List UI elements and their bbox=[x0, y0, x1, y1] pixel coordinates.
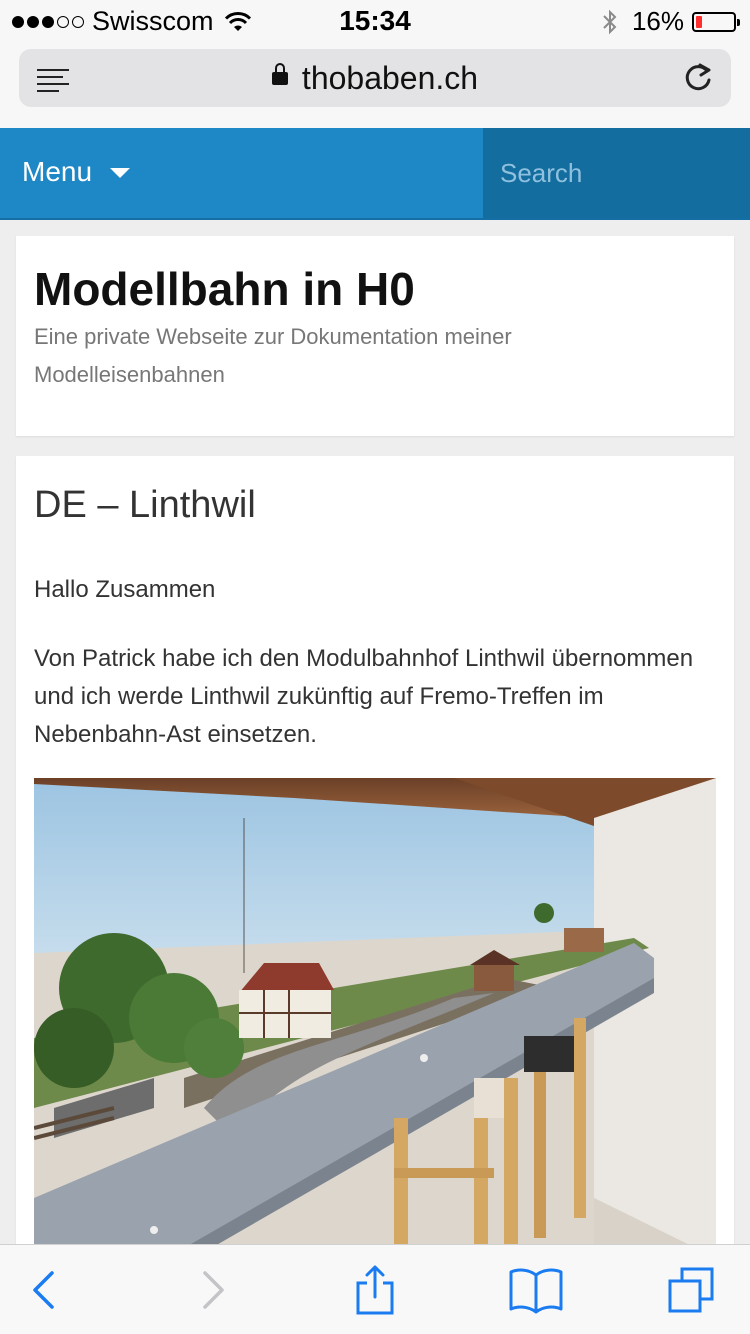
bookmarks-icon[interactable] bbox=[508, 1265, 564, 1315]
browser-chrome: thobaben.ch bbox=[0, 40, 750, 128]
menu-toggle[interactable]: Menu bbox=[22, 156, 131, 188]
post-article: DE – Linthwil Hallo Zusammen Von Patrick… bbox=[16, 456, 734, 1256]
site-header: Modellbahn in H0 Eine private Webseite z… bbox=[16, 236, 734, 436]
search-input[interactable] bbox=[483, 128, 750, 218]
post-greeting: Hallo Zusammen bbox=[34, 576, 216, 603]
battery-percent: 16% bbox=[631, 6, 684, 36]
back-icon[interactable] bbox=[20, 1265, 70, 1315]
site-description: Eine private Webseite zur Dokumentation … bbox=[34, 324, 512, 387]
share-icon[interactable] bbox=[350, 1265, 400, 1315]
caret-down-icon bbox=[110, 168, 131, 178]
status-bar: Swisscom 15:34 16% bbox=[0, 0, 750, 40]
layout-photo[interactable] bbox=[34, 778, 716, 1256]
post-title[interactable]: DE – Linthwil bbox=[34, 484, 256, 527]
lock-icon bbox=[271, 63, 288, 86]
browser-toolbar bbox=[0, 1244, 750, 1334]
forward-icon[interactable] bbox=[188, 1265, 238, 1315]
url-text: thobaben.ch bbox=[301, 60, 479, 96]
address-bar[interactable]: thobaben.ch bbox=[19, 49, 731, 107]
bluetooth-icon bbox=[603, 9, 617, 34]
tabs-icon[interactable] bbox=[666, 1265, 716, 1315]
menu-label: Menu bbox=[22, 156, 93, 187]
post-paragraph: Von Patrick habe ich den Modulbahnhof Li… bbox=[34, 645, 694, 748]
site-navigation: Menu bbox=[0, 128, 750, 220]
battery-icon bbox=[692, 11, 740, 32]
url-display[interactable]: thobaben.ch bbox=[19, 60, 731, 97]
site-title[interactable]: Modellbahn in H0 bbox=[34, 262, 415, 316]
model-railway-image bbox=[34, 778, 716, 1256]
reload-icon[interactable] bbox=[679, 59, 717, 97]
status-right: 16% bbox=[602, 6, 740, 37]
